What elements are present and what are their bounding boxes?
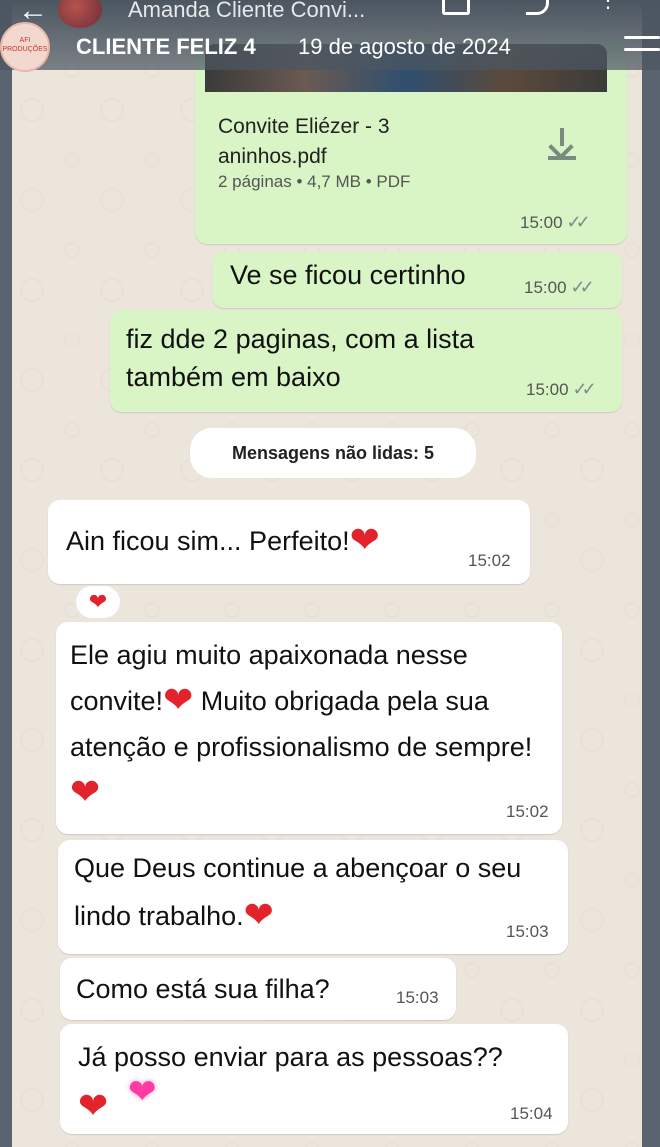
video-call-icon[interactable] xyxy=(442,0,470,15)
story-title: CLIENTE FELIZ 4 xyxy=(76,34,256,59)
message-text: Que Deus continue a abençoar o seu lindo… xyxy=(74,853,522,935)
heart-emoji: ❤ xyxy=(70,771,101,812)
message-time: 15:00 ✓✓ xyxy=(526,379,597,399)
more-options-icon[interactable]: ⋮ xyxy=(598,0,618,11)
message-time: 15:02 xyxy=(506,802,549,821)
unread-messages-divider: Mensagens não lidas: 5 xyxy=(190,428,476,478)
message-time: 15:00 ✓✓ xyxy=(524,277,595,297)
heart-emoji: ❤ xyxy=(243,894,274,935)
document-meta: 2 páginas • 4,7 MB • PDF xyxy=(218,172,411,191)
menu-icon[interactable] xyxy=(624,36,660,60)
message-time: 15:02 xyxy=(468,551,511,570)
contact-name[interactable]: Amanda Cliente Convi... xyxy=(128,0,365,23)
top-bar: ← Amanda Cliente Convi... ⋮ AFI PRODUÇÕE… xyxy=(0,0,660,72)
heart-sticker: ❤ xyxy=(128,1073,157,1111)
story-date: 19 de agosto de 2024 xyxy=(298,34,511,59)
brand-logo: AFI PRODUÇÕES xyxy=(0,22,50,72)
message-text: Ve se ficou certinho xyxy=(230,260,466,290)
document-name: Convite Eliézer - 3 aninhos.pdf xyxy=(218,115,390,168)
phone-call-icon[interactable] xyxy=(526,0,549,15)
heart-emoji: ❤ xyxy=(163,679,194,720)
message-text: fiz dde 2 paginas, com a lista também em… xyxy=(126,324,475,392)
message-text: Ele agiu muito apaixonada nesse convite!… xyxy=(70,640,533,812)
message-text: Ain ficou sim... Perfeito!❤ xyxy=(66,519,380,560)
download-icon[interactable] xyxy=(548,128,576,160)
message-time: 15:03 xyxy=(396,988,439,1007)
heart-emoji: ❤ xyxy=(349,519,380,560)
message-text: Como está sua filha? xyxy=(76,974,330,1004)
heart-emoji: ❤ xyxy=(78,1085,109,1126)
heart-reaction[interactable]: ❤ xyxy=(76,586,120,618)
message-time: 15:03 xyxy=(506,922,549,941)
message-time: 15:04 xyxy=(510,1104,553,1123)
avatar[interactable] xyxy=(58,0,102,28)
document-time: 15:00 ✓✓ xyxy=(520,212,591,232)
